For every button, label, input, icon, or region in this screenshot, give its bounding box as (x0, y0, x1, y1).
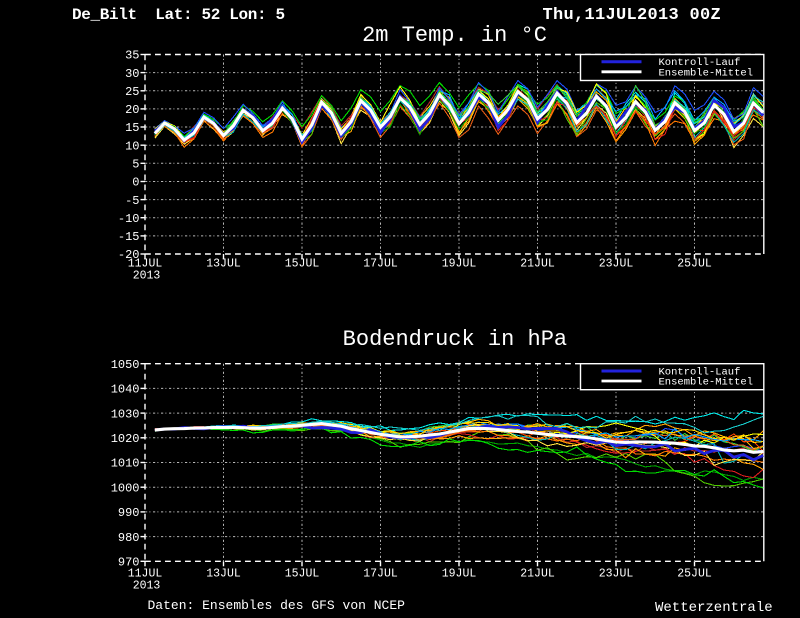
svg-text:De_Bilt Lat: 52 Lon: 5: De_Bilt Lat: 52 Lon: 5 (72, 6, 285, 24)
svg-text:1040: 1040 (111, 383, 140, 397)
svg-text:30: 30 (125, 67, 139, 81)
svg-text:10: 10 (125, 139, 139, 153)
svg-text:2013: 2013 (133, 580, 161, 593)
svg-text:2m Temp. in °C: 2m Temp. in °C (362, 23, 547, 48)
svg-text:2013: 2013 (133, 270, 161, 283)
svg-text:1000: 1000 (111, 481, 140, 495)
svg-text:-10: -10 (118, 212, 140, 226)
svg-text:Daten: Ensembles des GFS von N: Daten: Ensembles des GFS von NCEP (148, 598, 406, 613)
svg-text:Thu,11JUL2013 00Z: Thu,11JUL2013 00Z (543, 6, 722, 25)
svg-text:15JUL: 15JUL (285, 568, 320, 581)
svg-text:13JUL: 13JUL (206, 258, 241, 271)
svg-text:25: 25 (125, 85, 139, 99)
svg-text:13JUL: 13JUL (206, 568, 241, 581)
svg-text:21JUL: 21JUL (520, 258, 555, 271)
svg-text:990: 990 (118, 506, 140, 520)
svg-text:Ensemble-Mittel: Ensemble-Mittel (659, 377, 754, 389)
svg-text:23JUL: 23JUL (599, 568, 634, 581)
svg-text:1020: 1020 (111, 432, 140, 446)
svg-text:23JUL: 23JUL (599, 258, 634, 271)
svg-text:17JUL: 17JUL (363, 568, 398, 581)
svg-text:15JUL: 15JUL (285, 258, 320, 271)
svg-text:Wetterzentrale: Wetterzentrale (655, 600, 773, 616)
svg-text:Bodendruck in hPa: Bodendruck in hPa (343, 327, 567, 352)
svg-text:15: 15 (125, 121, 139, 135)
svg-text:21JUL: 21JUL (520, 568, 555, 581)
svg-text:17JUL: 17JUL (363, 258, 398, 271)
svg-text:19JUL: 19JUL (442, 258, 477, 271)
svg-text:20: 20 (125, 103, 139, 117)
svg-text:-5: -5 (125, 194, 139, 208)
svg-text:-15: -15 (118, 230, 140, 244)
svg-text:0: 0 (132, 176, 139, 190)
svg-text:25JUL: 25JUL (677, 568, 712, 581)
svg-text:35: 35 (125, 49, 139, 63)
svg-text:5: 5 (132, 158, 139, 172)
svg-text:1030: 1030 (111, 407, 140, 421)
svg-text:25JUL: 25JUL (677, 258, 712, 271)
svg-text:1050: 1050 (111, 358, 140, 372)
svg-text:Ensemble-Mittel: Ensemble-Mittel (659, 68, 754, 80)
svg-text:980: 980 (118, 531, 140, 545)
svg-text:1010: 1010 (111, 457, 140, 471)
svg-text:19JUL: 19JUL (442, 568, 477, 581)
